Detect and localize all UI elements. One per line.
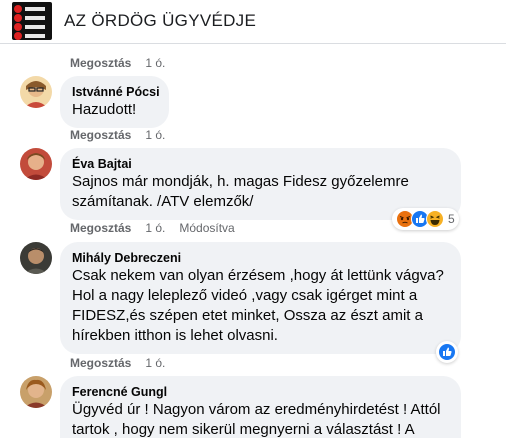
avatar[interactable] <box>20 148 52 180</box>
comment-time[interactable]: 1 ó. <box>145 56 165 70</box>
comment-actions: Megosztás 1 ó. <box>70 356 179 370</box>
avatar[interactable] <box>20 376 52 408</box>
comment-author[interactable]: Istvánné Pócsi <box>72 84 160 100</box>
page-header: AZ ÖRDÖG ÜGYVÉDJE <box>0 0 506 44</box>
comment-bubble: Istvánné Pócsi Hazudott! <box>60 76 169 128</box>
user-avatar-icon <box>20 76 52 108</box>
user-avatar-icon <box>20 148 52 180</box>
comment-text: Sajnos már mondják, h. magas Fidesz győz… <box>72 173 409 210</box>
user-avatar-icon <box>20 242 52 274</box>
comment-text: Hazudott! <box>72 101 137 118</box>
page-title[interactable]: AZ ÖRDÖG ÜGYVÉDJE <box>64 11 256 31</box>
comment-bubble: Mihály Debreczeni Csak nekem van olyan é… <box>60 242 461 354</box>
comment-time[interactable]: 1 ó. <box>145 221 165 235</box>
comment-actions: Megosztás 1 ó. <box>70 56 179 70</box>
comment-time[interactable]: 1 ó. <box>145 128 165 142</box>
avatar[interactable] <box>20 242 52 274</box>
page-profile-picture[interactable] <box>12 2 52 40</box>
comment-author[interactable]: Ferencné Gungl <box>72 384 449 400</box>
comment-author[interactable]: Mihály Debreczeni <box>72 250 449 266</box>
share-button[interactable]: Megosztás <box>70 128 131 142</box>
reaction-summary[interactable]: 5 <box>392 208 459 230</box>
share-button[interactable]: Megosztás <box>70 221 131 235</box>
comment-actions: Megosztás 1 ó. <box>70 128 179 142</box>
reaction-summary[interactable] <box>436 341 458 363</box>
reaction-count: 5 <box>448 212 455 226</box>
edited-label[interactable]: Módosítva <box>179 221 234 235</box>
haha-reaction-icon <box>426 210 444 228</box>
share-button[interactable]: Megosztás <box>70 356 131 370</box>
comment-actions: Megosztás 1 ó. Módosítva <box>70 221 249 235</box>
comment-text: Csak nekem van olyan érzésem ,hogy át le… <box>72 267 444 344</box>
like-reaction-icon <box>438 343 456 361</box>
avatar[interactable] <box>20 76 52 108</box>
comment-author[interactable]: Éva Bajtai <box>72 156 449 172</box>
comment-bubble: Ferencné Gungl Ügyvéd úr ! Nagyon várom … <box>60 376 461 438</box>
user-avatar-icon <box>20 376 52 408</box>
share-button[interactable]: Megosztás <box>70 56 131 70</box>
comment-time[interactable]: 1 ó. <box>145 356 165 370</box>
comment-text: Ügyvéd úr ! Nagyon várom az eredményhird… <box>72 401 441 438</box>
